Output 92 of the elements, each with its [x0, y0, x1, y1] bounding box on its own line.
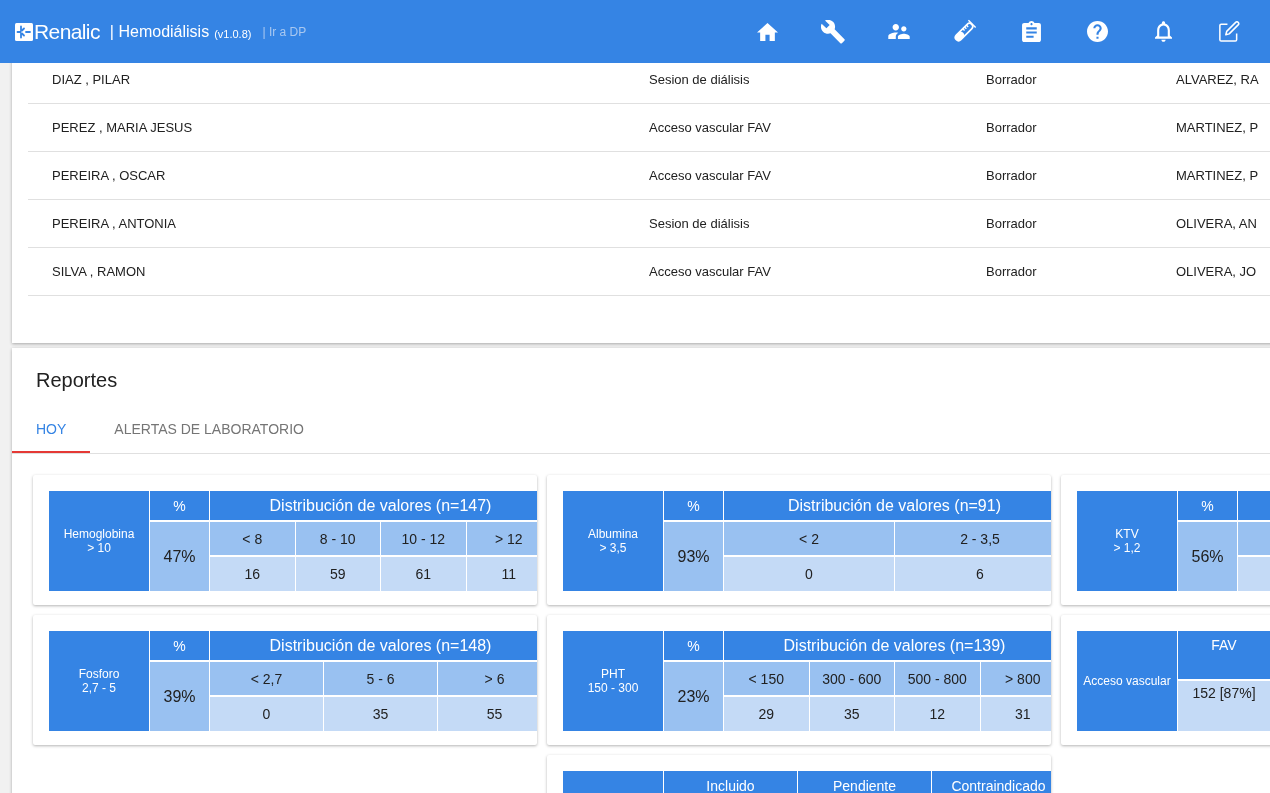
table-cell: ALVAREZ, RA [1176, 72, 1259, 87]
app-title: | Hemodiálisis [109, 22, 210, 41]
count-cell: 11 [466, 557, 537, 591]
count-cell: 0 [210, 697, 323, 731]
count-cell: 35 [809, 697, 894, 731]
brand-name: Renalic [34, 19, 100, 44]
range-cell: 10 - 12 [381, 522, 466, 555]
table-cell: Borrador [986, 120, 1037, 135]
table-cell: PEREIRA , ANTONIA [52, 216, 177, 231]
range-cell: 8 - 10 [295, 522, 380, 555]
table-cell: PEREIRA , OSCAR [52, 168, 166, 183]
percent-cell: 93% [664, 522, 723, 591]
table-cell: Borrador [986, 264, 1037, 279]
people-icon[interactable] [888, 24, 910, 39]
count-cell: 12 [895, 697, 980, 731]
column-header: FAV [1178, 631, 1270, 679]
column-header: % [1178, 491, 1237, 520]
table-cell: OLIVERA, JO [1176, 264, 1257, 279]
column-header: Pendiente [798, 771, 931, 793]
percent-cell: 56% [1178, 522, 1237, 591]
column-header: % [664, 631, 723, 660]
range-cell: < 2,7 [210, 662, 323, 695]
count-cell: 61 [381, 557, 466, 591]
column-header: % [150, 491, 209, 520]
parameter-name: PHT [601, 667, 625, 681]
test-tube-icon[interactable] [953, 19, 977, 44]
table-cell: MARTINEZ, P [1176, 120, 1259, 135]
range-cell: 5 - 6 [324, 662, 437, 695]
table-cell: Borrador [986, 216, 1037, 231]
table-cell: Borrador [986, 72, 1037, 87]
target-range: 150 - 300 [587, 681, 639, 695]
range-cell: > 12 [466, 522, 537, 555]
target-range: 2,7 - 5 [82, 681, 116, 695]
target-range: > 3,5 [599, 541, 627, 555]
edit-icon[interactable] [1218, 21, 1240, 42]
version-label: (v1.0.8) [214, 27, 252, 40]
tab[interactable]: HOY [12, 406, 91, 453]
range-cell: 300 - 600 [809, 662, 894, 695]
count-cell: 31 [980, 697, 1051, 731]
value-cell: 152 [87%] [1178, 681, 1270, 731]
table-cell: Acceso vascular FAV [649, 168, 771, 183]
column-header: Contraindicado [932, 771, 1051, 793]
table-cell: PEREZ , MARIA JESUS [52, 120, 193, 135]
range-cell: < 2 [724, 522, 894, 555]
table-cell: DIAZ , PILAR [52, 72, 131, 87]
help-icon[interactable] [1086, 21, 1108, 42]
range-cell: > 6 [438, 662, 537, 695]
tab[interactable]: ALERTAS DE LABORATORIO [90, 406, 328, 453]
count-cell: 35 [324, 697, 437, 731]
column-header: Distribución de valores (n=139) [724, 631, 1051, 660]
table-cell: MARTINEZ, P [1176, 168, 1259, 183]
column-header: Distribución de valores (n=148) [210, 631, 537, 660]
table-cell: Borrador [986, 168, 1037, 183]
percent-cell: 47% [150, 522, 209, 591]
range-cell: 500 - 800 [895, 662, 980, 695]
table-cell: SILVA , RAMON [52, 264, 146, 279]
count-cell: 55 [438, 697, 537, 731]
column-header: % [150, 631, 209, 660]
table-cell: Acceso vascular FAV [649, 120, 771, 135]
table-cell: Acceso vascular FAV [649, 264, 771, 279]
range-cell: > 800 [980, 662, 1051, 695]
parameter-name: Fosforo [78, 667, 120, 681]
table-cell: Sesion de diálisis [649, 216, 750, 231]
bell-icon[interactable] [1154, 21, 1172, 42]
count-cell: 16 [210, 557, 295, 591]
range-cell: 2 - 3,5 [895, 522, 1051, 555]
dp-link[interactable]: | Ir a DP [262, 24, 307, 39]
percent-cell: 39% [150, 662, 209, 731]
target-range: > 1,2 [1113, 541, 1141, 555]
count-cell: 0 [724, 557, 894, 591]
row-header-cell: Acceso vascular [1077, 631, 1177, 731]
section-title: Reportes [35, 368, 119, 392]
column-header: Incluido [664, 771, 797, 793]
parameter-name: Hemoglobina [63, 527, 135, 541]
count-cell: 6 [895, 557, 1051, 591]
parameter-name: KTV [1115, 527, 1139, 541]
clipboard-icon[interactable] [1021, 21, 1041, 42]
home-icon[interactable] [756, 22, 778, 41]
wrench-icon[interactable] [821, 19, 845, 44]
column-header: % [664, 491, 723, 520]
logo-icon [15, 22, 33, 41]
table-cell: Sesion de diálisis [649, 72, 750, 87]
percent-cell: 23% [664, 662, 723, 731]
target-range: > 10 [87, 541, 111, 555]
column-header: Distribución de valores (n=91) [724, 491, 1051, 520]
count-cell: 59 [295, 557, 380, 591]
count-cell: 29 [724, 697, 809, 731]
range-cell: < 150 [724, 662, 809, 695]
table-cell: OLIVERA, AN [1176, 216, 1257, 231]
parameter-name: Albumina [588, 527, 638, 541]
column-header: Distribución de valores (n=147) [210, 491, 537, 520]
range-cell: < 8 [210, 522, 295, 555]
